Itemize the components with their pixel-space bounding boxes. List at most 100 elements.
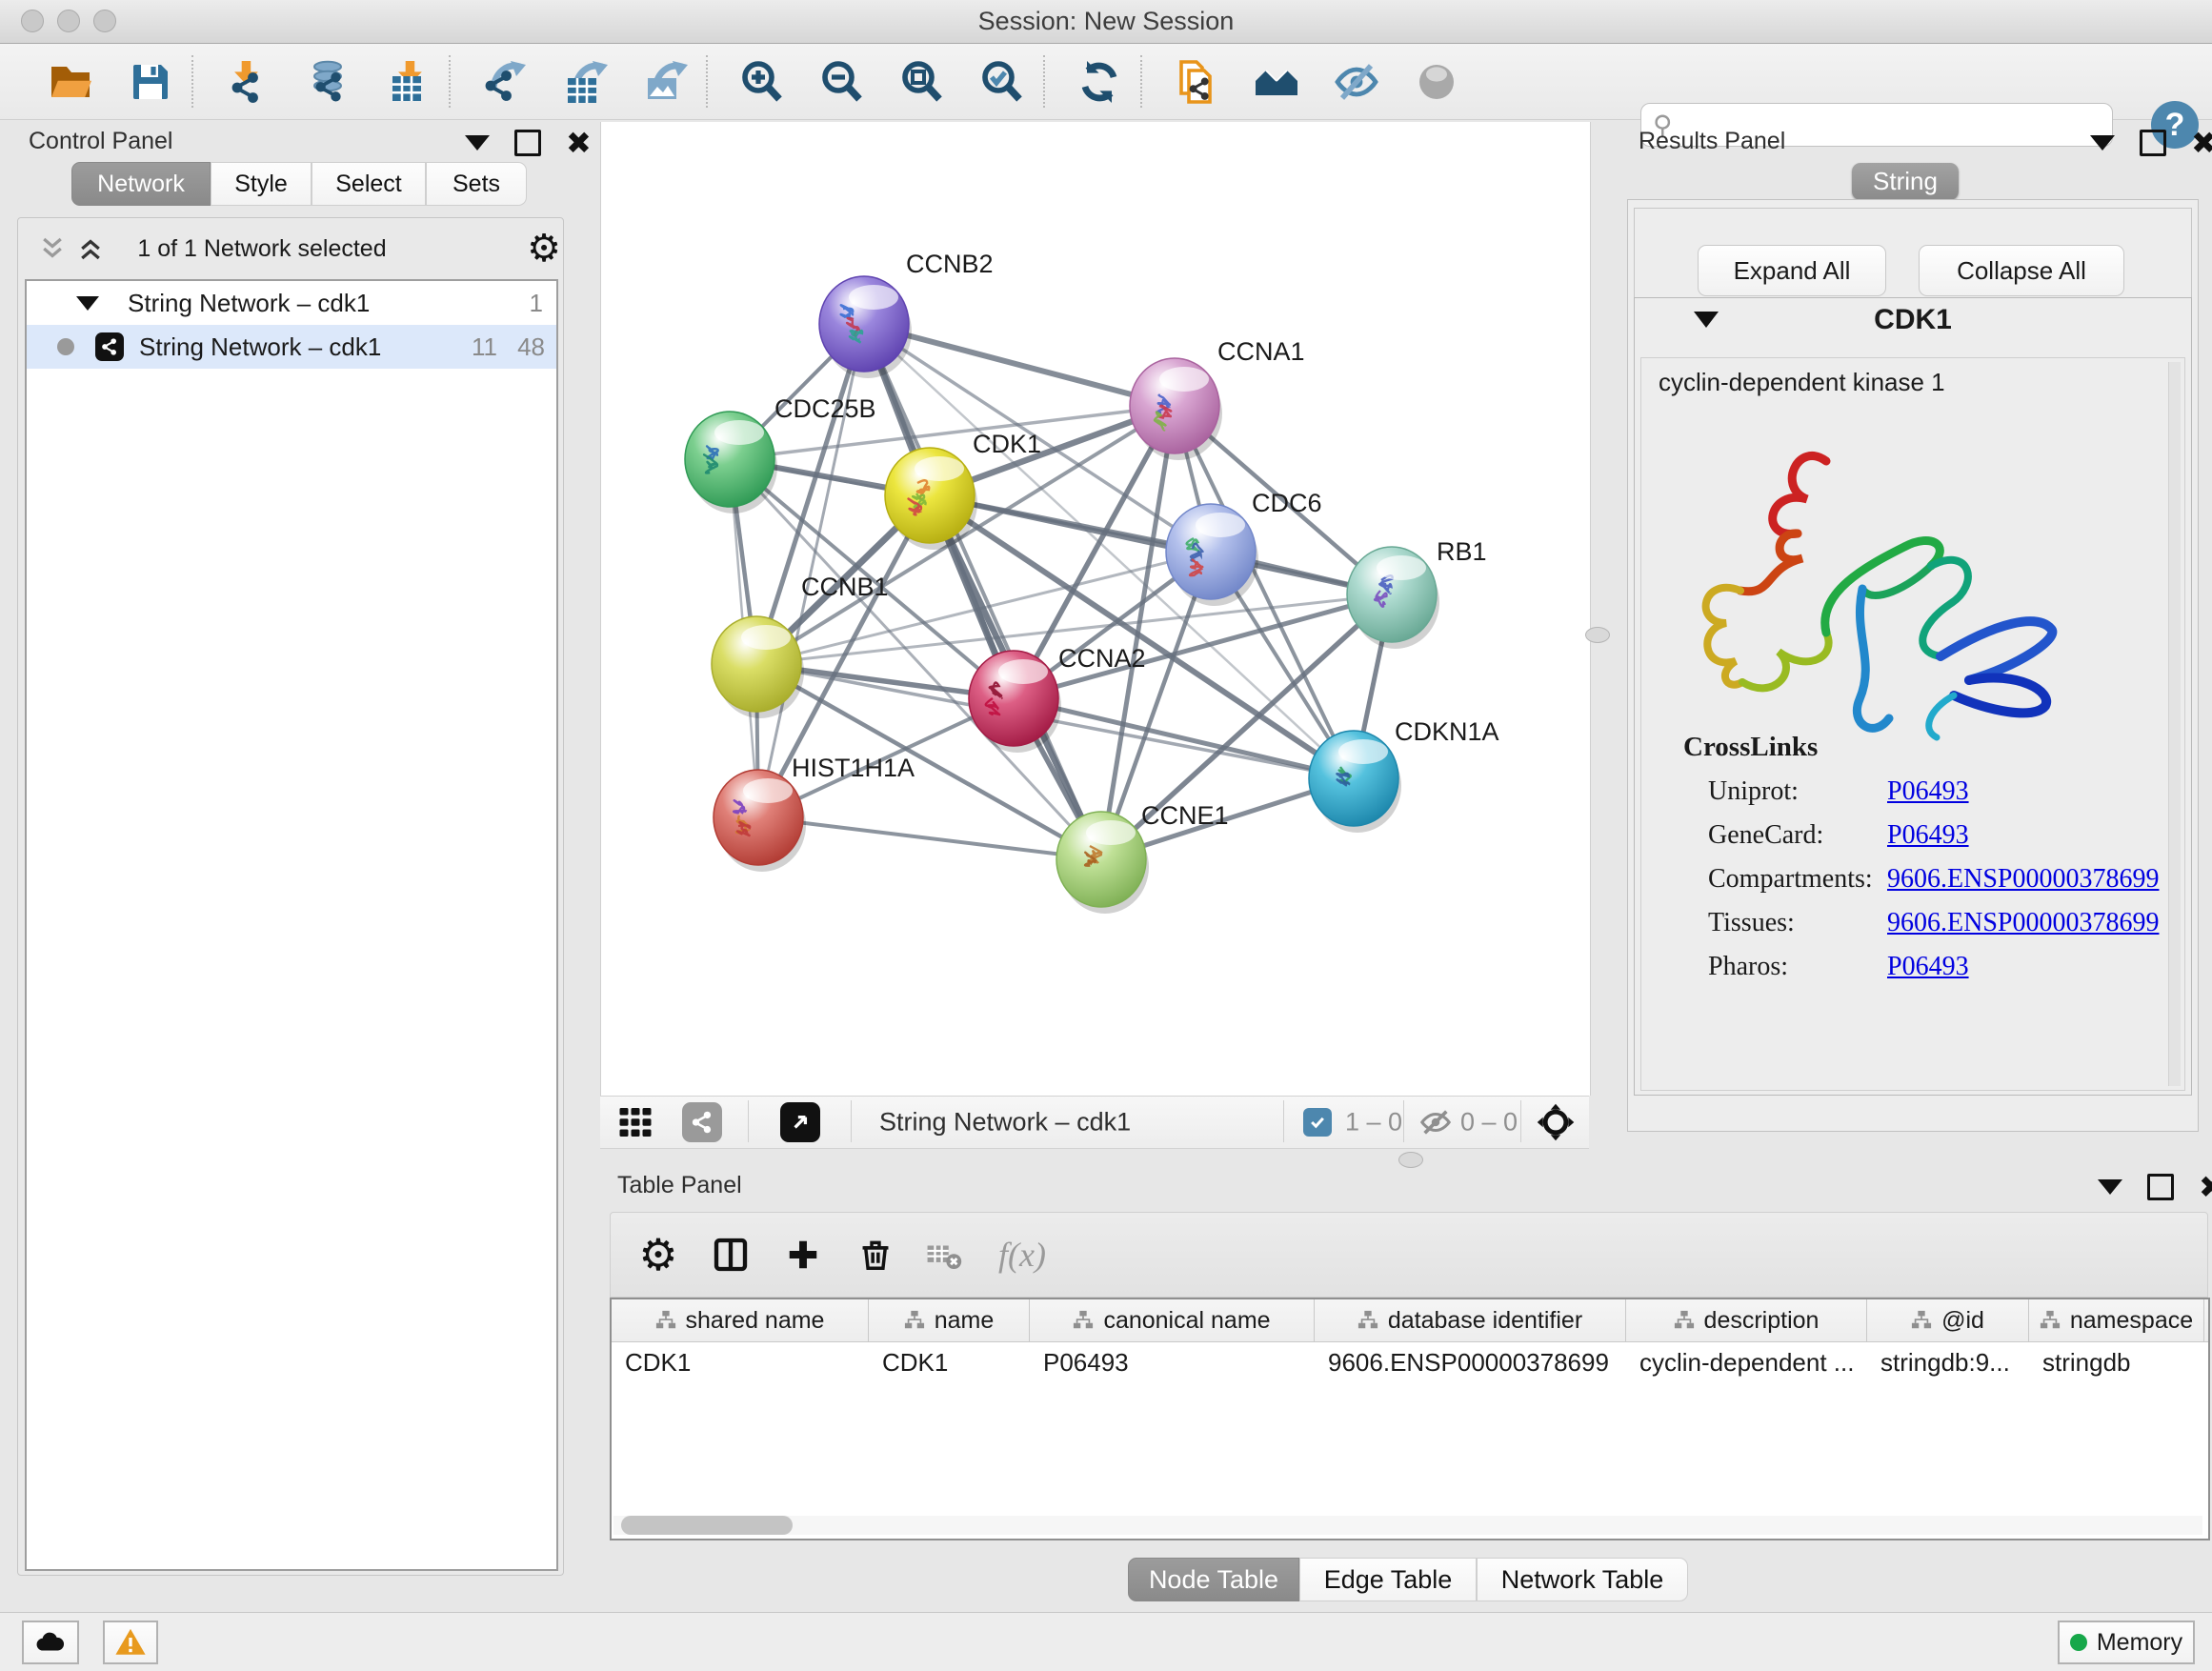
table-cell[interactable]: stringdb — [2029, 1341, 2204, 1383]
column-header-canonicalname[interactable]: canonical name — [1030, 1299, 1315, 1341]
panel-minimize-icon[interactable] — [2098, 1179, 2122, 1195]
save-icon[interactable] — [126, 57, 175, 107]
node-CDKN1A[interactable]: CDKN1A — [1309, 717, 1499, 833]
column-header-name[interactable]: name — [869, 1299, 1030, 1341]
home-icon[interactable] — [1252, 57, 1301, 107]
tab-network[interactable]: Network — [71, 162, 211, 206]
tab-node-table[interactable]: Node Table — [1128, 1558, 1299, 1601]
node-label-CCNB1: CCNB1 — [801, 573, 889, 601]
edge-CCNA2-CDKN1A[interactable] — [1014, 698, 1354, 778]
panel-minimize-icon[interactable] — [2090, 135, 2115, 151]
export-network-icon[interactable] — [480, 57, 530, 107]
network-view-canvas[interactable]: CCNB2 CCNA1 CDC25B CDK1 CDC6 RB1 CCNB1 C… — [600, 122, 1591, 1096]
detach-view-icon[interactable] — [780, 1102, 820, 1142]
tab-style[interactable]: Style — [211, 162, 312, 206]
selected-checkbox-icon[interactable] — [1303, 1108, 1332, 1137]
vertical-splitter-handle[interactable] — [1585, 627, 1610, 643]
node-label-CDK1: CDK1 — [973, 430, 1041, 458]
crosslink-link[interactable]: P06493 — [1887, 952, 1969, 982]
horizontal-splitter-handle[interactable] — [1398, 1152, 1423, 1168]
zoom-in-icon[interactable] — [737, 57, 787, 107]
node-label-CCNA1: CCNA1 — [1217, 337, 1305, 366]
columns-icon[interactable] — [712, 1236, 750, 1274]
network-row-selected[interactable]: String Network – cdk1 11 48 — [27, 325, 556, 369]
panel-close-icon[interactable]: ✖ — [2191, 132, 2212, 153]
column-header-id[interactable]: @id — [1867, 1299, 2029, 1341]
sphere-icon[interactable] — [1412, 57, 1461, 107]
gear-icon[interactable]: ⚙ — [638, 1229, 677, 1280]
import-table-icon[interactable] — [383, 57, 432, 107]
panel-float-icon[interactable] — [2140, 130, 2166, 156]
refresh-icon[interactable] — [1075, 57, 1124, 107]
panel-float-icon[interactable] — [514, 130, 541, 156]
crosslink-link[interactable]: 9606.ENSP00000378699 — [1887, 864, 2159, 895]
zoom-selected-icon[interactable] — [977, 57, 1027, 107]
add-column-icon[interactable] — [785, 1237, 821, 1273]
tree-expander-icon[interactable] — [76, 296, 99, 311]
zoom-out-icon[interactable] — [817, 57, 867, 107]
fit-selected-icon[interactable] — [1536, 1102, 1576, 1142]
column-header-description[interactable]: description — [1626, 1299, 1867, 1341]
import-database-icon[interactable] — [303, 57, 352, 107]
delete-column-icon[interactable] — [857, 1237, 894, 1273]
cloud-button[interactable] — [22, 1621, 79, 1664]
clone-network-icon[interactable] — [1172, 57, 1221, 107]
panel-float-icon[interactable] — [2147, 1174, 2174, 1200]
tab-network-table[interactable]: Network Table — [1477, 1558, 1688, 1601]
hide-unhide-icon[interactable] — [1332, 57, 1381, 107]
open-folder-icon[interactable] — [46, 57, 95, 107]
results-scrollbar[interactable] — [2168, 362, 2181, 1086]
table-cell[interactable]: stringdb:9... — [1867, 1341, 2029, 1383]
crosslink-link[interactable]: P06493 — [1887, 776, 1969, 807]
panel-minimize-icon[interactable] — [465, 135, 490, 151]
node-CDC6[interactable]: CDC6 — [1166, 489, 1322, 606]
toolbar-separator — [1140, 55, 1142, 108]
import-network-icon[interactable] — [223, 57, 272, 107]
table-cell[interactable]: 9606.ENSP00000378699 — [1315, 1341, 1626, 1383]
expand-all-button[interactable]: Expand All — [1698, 245, 1886, 296]
export-image-icon[interactable] — [640, 57, 690, 107]
string-view-icon[interactable] — [682, 1102, 722, 1142]
crosslink-label: Pharos: — [1708, 952, 1788, 982]
crosslink-row: Uniprot:P06493 — [1641, 776, 2184, 820]
table-cell[interactable]: cyclin-dependent ... — [1626, 1341, 1867, 1383]
table-cell[interactable]: CDK1 — [869, 1341, 1030, 1383]
panel-close-icon[interactable]: ✖ — [2199, 1177, 2212, 1198]
tab-sets[interactable]: Sets — [426, 162, 527, 206]
node-table[interactable]: shared name name canonical name database id… — [610, 1298, 2210, 1540]
column-header-label: canonical name — [1103, 1307, 1270, 1335]
panel-close-icon[interactable]: ✖ — [566, 132, 592, 153]
node-CCNE1[interactable]: CCNE1 — [1056, 801, 1229, 914]
node-CCNB2[interactable]: CCNB2 — [819, 250, 994, 378]
birds-eye-view-icon[interactable] — [618, 1105, 653, 1139]
column-header-sharedname[interactable]: shared name — [612, 1299, 869, 1341]
crosslink-link[interactable]: 9606.ENSP00000378699 — [1887, 908, 2159, 938]
crosslink-link[interactable]: P06493 — [1887, 820, 1969, 851]
string-network-icon — [95, 332, 124, 361]
memory-button[interactable]: Memory — [2058, 1621, 2195, 1664]
gene-description: cyclin-dependent kinase 1 — [1659, 368, 1945, 397]
collection-count: 1 — [530, 289, 543, 318]
warnings-button[interactable] — [103, 1621, 158, 1664]
zoom-fit-icon[interactable] — [897, 57, 947, 107]
network-collection-row[interactable]: String Network – cdk1 1 — [27, 281, 556, 325]
column-header-databaseidentifier[interactable]: database identifier — [1315, 1299, 1626, 1341]
edge-HIST1H1A-CCNE1[interactable] — [758, 817, 1101, 859]
gear-icon[interactable]: ⚙ — [527, 227, 561, 271]
node-HIST1H1A[interactable]: HIST1H1A — [714, 754, 915, 872]
tab-edge-table[interactable]: Edge Table — [1299, 1558, 1477, 1601]
export-table-icon[interactable] — [560, 57, 610, 107]
column-header-namespace[interactable]: namespace — [2029, 1299, 2204, 1341]
column-header-label: shared name — [686, 1307, 825, 1335]
tab-string[interactable]: String — [1852, 163, 1959, 200]
scrollbar-thumb[interactable] — [621, 1516, 793, 1535]
collapse-all-button[interactable]: Collapse All — [1919, 245, 2124, 296]
node-RB1[interactable]: RB1 — [1347, 537, 1487, 649]
table-cell[interactable]: P06493 — [1030, 1341, 1315, 1383]
tab-select[interactable]: Select — [312, 162, 426, 206]
toolbar-separator — [191, 55, 193, 108]
node-CCNB1[interactable]: CCNB1 — [712, 573, 889, 718]
table-cell[interactable]: CDK1 — [612, 1341, 869, 1383]
status-bar: Memory — [0, 1612, 2212, 1671]
table-horizontal-scrollbar[interactable] — [613, 1516, 2202, 1535]
